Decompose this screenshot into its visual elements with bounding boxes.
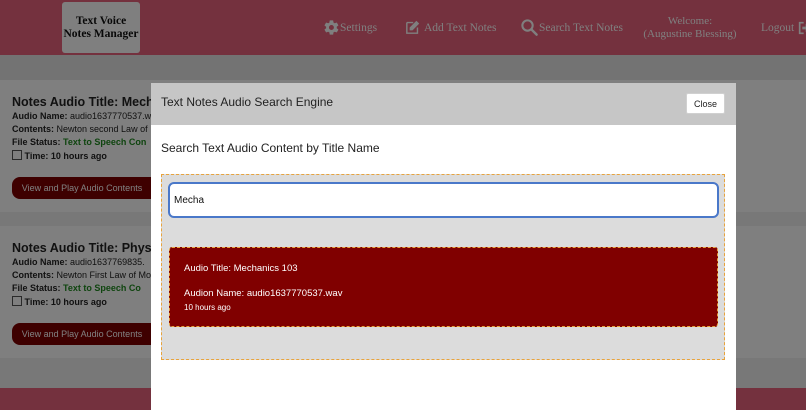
modal-subtitle: Search Text Audio Content by Title Name <box>161 141 380 155</box>
search-modal: Text Notes Audio Search Engine Close Sea… <box>151 83 736 410</box>
search-result-item[interactable]: Audio Title: Mechanics 103 Audion Name: … <box>169 247 718 327</box>
search-input[interactable] <box>168 182 719 218</box>
result-time: 10 hours ago <box>184 303 231 312</box>
result-audio-name: Audion Name: audio1637770537.wav <box>184 288 343 299</box>
close-button[interactable]: Close <box>686 93 725 114</box>
result-audio-title: Audio Title: Mechanics 103 <box>184 263 298 274</box>
search-panel: Audio Title: Mechanics 103 Audion Name: … <box>161 174 725 360</box>
modal-header: Text Notes Audio Search Engine Close <box>151 83 736 125</box>
modal-title: Text Notes Audio Search Engine <box>161 95 334 109</box>
